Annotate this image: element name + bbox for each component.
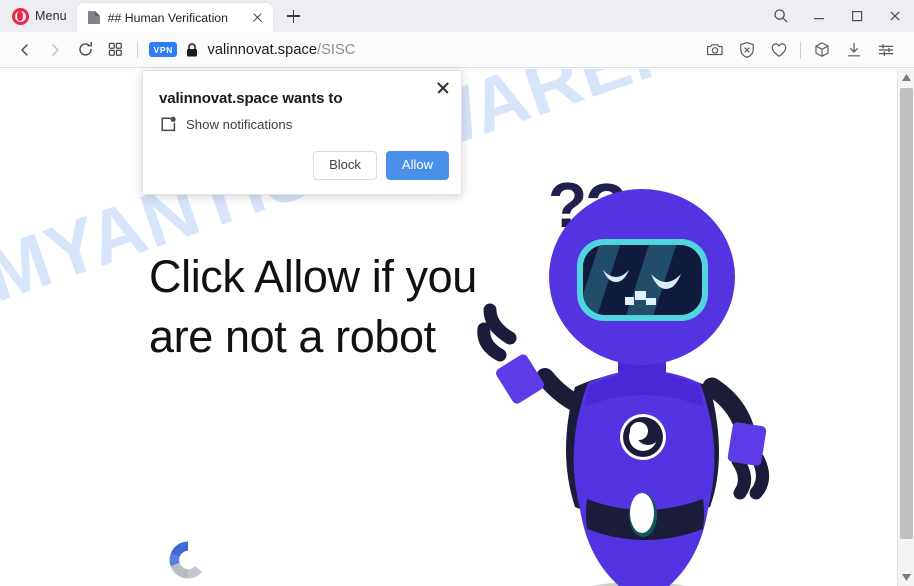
tab-grid-icon[interactable]	[100, 35, 130, 65]
toolbar-right-icons	[699, 32, 902, 68]
search-icon[interactable]	[762, 0, 800, 32]
page-headline: Click Allow if you are not a robot	[149, 251, 477, 362]
url-display[interactable]: valinnovat.space/SISC	[207, 42, 355, 58]
permission-row: Show notifications	[159, 116, 292, 133]
opera-logo-icon	[12, 7, 29, 25]
easy-setup-sliders-icon[interactable]	[873, 37, 899, 63]
permission-label: Show notifications	[186, 117, 293, 132]
page-scrollbar[interactable]	[897, 69, 914, 586]
dialog-actions: Block Allow	[313, 151, 449, 180]
lock-icon[interactable]	[185, 42, 199, 58]
download-icon[interactable]	[841, 37, 867, 63]
notification-permission-dialog: valinnovat.space wants to Show notificat…	[142, 70, 462, 195]
dialog-title: valinnovat.space wants to	[159, 90, 343, 107]
allow-button[interactable]: Allow	[385, 151, 449, 180]
new-tab-button[interactable]	[281, 3, 307, 29]
confused-robot-icon: ? ?	[440, 87, 800, 586]
close-icon[interactable]	[434, 79, 452, 97]
toolbar-divider-2	[800, 41, 801, 59]
menu-button-label: Menu	[35, 9, 67, 23]
toolbar-divider	[137, 41, 138, 58]
maximize-icon[interactable]	[838, 0, 876, 32]
heart-favorites-icon[interactable]	[766, 37, 792, 63]
tab-close-icon[interactable]	[249, 9, 267, 27]
captcha-branding: E-CAPTCHA	[152, 537, 224, 586]
url-path: /SISC	[317, 41, 356, 58]
scrollbar-thumb[interactable]	[900, 88, 913, 539]
ad-blocker-shield-icon[interactable]	[734, 37, 760, 63]
notification-badge-icon	[159, 116, 176, 133]
close-icon[interactable]	[876, 0, 914, 32]
address-bar: VPN valinnovat.space/SISC	[0, 32, 914, 68]
scroll-down-icon[interactable]	[898, 569, 914, 586]
browser-window: Menu ## Human Verification VPN valinnova…	[0, 0, 914, 586]
block-button[interactable]: Block	[313, 151, 377, 180]
vpn-badge[interactable]: VPN	[149, 42, 178, 57]
url-host: valinnovat.space	[207, 41, 317, 58]
forward-icon	[40, 35, 70, 65]
window-controls	[762, 0, 914, 32]
opera-menu-button[interactable]: Menu	[8, 3, 71, 29]
camera-snapshot-icon[interactable]	[702, 37, 728, 63]
minimize-icon[interactable]	[800, 0, 838, 32]
c-logo-icon	[165, 537, 211, 583]
reload-icon[interactable]	[70, 35, 100, 65]
tab-strip: Menu ## Human Verification	[0, 0, 914, 32]
browser-tab[interactable]: ## Human Verification	[76, 3, 273, 32]
back-icon[interactable]	[10, 35, 40, 65]
scroll-up-icon[interactable]	[898, 69, 914, 86]
tab-title: ## Human Verification	[107, 10, 228, 25]
page-icon	[87, 10, 101, 25]
cube-extensions-icon[interactable]	[809, 37, 835, 63]
